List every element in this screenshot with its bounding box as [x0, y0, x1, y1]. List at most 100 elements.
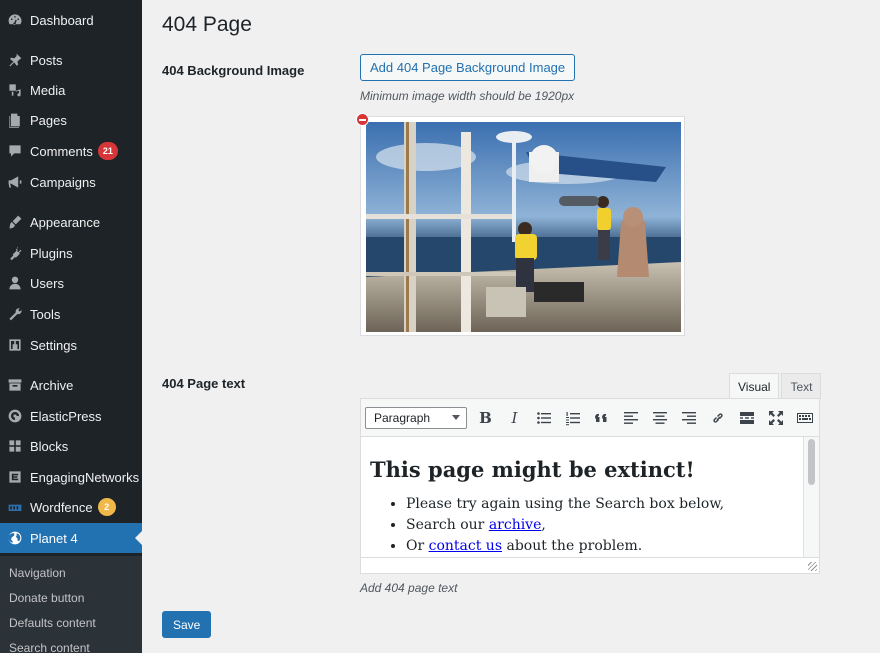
align-center-button[interactable]: [645, 404, 674, 432]
align-left-button[interactable]: [616, 404, 645, 432]
menu-media[interactable]: Media: [0, 75, 142, 105]
menu-label: Appearance: [30, 214, 101, 230]
comment-icon: [0, 136, 30, 166]
page-text-description: Add 404 page text: [360, 581, 458, 595]
elasticpress-icon: [0, 401, 30, 431]
insert-link-button[interactable]: [703, 404, 732, 432]
wysiwyg-editor: Paragraph B I This page might be extinct…: [360, 398, 820, 574]
menu-label: Settings: [30, 337, 77, 353]
menu-campaigns[interactable]: Campaigns: [0, 167, 142, 197]
wordfence-count-badge: 2: [97, 498, 116, 516]
align-right-button[interactable]: [674, 404, 703, 432]
menu-users[interactable]: Users: [0, 268, 142, 298]
editor-scrollbar[interactable]: [803, 437, 819, 557]
menu-comments[interactable]: Comments 21: [0, 136, 142, 166]
quote-icon: [594, 413, 606, 422]
planet4-submenu: Navigation Donate button Defaults conten…: [0, 556, 142, 653]
menu-blocks[interactable]: Blocks: [0, 431, 142, 461]
menu-label: Media: [30, 82, 66, 98]
menu-dashboard[interactable]: Dashboard: [0, 5, 142, 35]
editor-toolbar: Paragraph B I: [361, 399, 819, 437]
menu-label: Users: [30, 275, 64, 291]
ship-deck-photo: [366, 122, 681, 332]
main-content: 404 Page 404 Background Image Add 404 Pa…: [142, 0, 880, 653]
list-item-text: Or: [406, 538, 429, 554]
menu-pages[interactable]: Pages: [0, 105, 142, 135]
tab-visual[interactable]: Visual: [729, 373, 780, 399]
bold-button[interactable]: B: [471, 404, 500, 432]
link-icon: [712, 412, 723, 423]
menu-archive[interactable]: Archive: [0, 370, 142, 400]
menu-label: Blocks: [30, 438, 69, 454]
resize-handle-icon[interactable]: [808, 562, 817, 571]
menu-tools[interactable]: Tools: [0, 299, 142, 329]
bg-image-label: 404 Background Image: [162, 63, 305, 78]
menu-elasticpress[interactable]: ElasticPress: [0, 401, 142, 431]
submenu-navigation[interactable]: Navigation: [9, 566, 66, 580]
read-more-button[interactable]: [732, 404, 761, 432]
media-icon: [0, 75, 30, 105]
archive-link[interactable]: archive: [489, 517, 542, 533]
remove-image-icon[interactable]: [356, 113, 369, 126]
page-text-label: 404 Page text: [162, 376, 246, 391]
blockquote-button[interactable]: [587, 404, 616, 432]
current-menu-arrow: [135, 531, 142, 545]
page-title: 404 Page: [162, 13, 252, 36]
scrollbar-thumb[interactable]: [808, 439, 815, 485]
italic-button[interactable]: I: [500, 404, 529, 432]
list-item-text: Please try again using the Search box be…: [406, 496, 725, 512]
bullet-list-button[interactable]: [529, 404, 558, 432]
toolbar-toggle-button[interactable]: [790, 404, 819, 432]
numbered-list-button[interactable]: [558, 404, 587, 432]
menu-label: Comments: [30, 143, 93, 159]
bold-icon: B: [479, 408, 492, 427]
add-bg-image-button[interactable]: Add 404 Page Background Image: [360, 54, 576, 81]
comments-count-badge: 21: [97, 142, 118, 160]
submenu-search-content[interactable]: Search content: [9, 641, 90, 653]
menu-wordfence[interactable]: Wordfence 2: [0, 492, 142, 522]
plug-icon: [0, 238, 30, 268]
submenu-donate-button[interactable]: Donate button: [9, 591, 84, 605]
list-item: Or contact us about the problem.: [406, 538, 794, 555]
menu-planet4[interactable]: Planet 4: [0, 523, 142, 553]
menu-posts[interactable]: Posts: [0, 45, 142, 75]
align-right-icon: [681, 411, 696, 424]
bullet-list-icon: [536, 411, 551, 424]
min-width-note: Minimum image width should be 1920px: [360, 89, 575, 103]
settings-icon: [0, 330, 30, 360]
menu-label: EngagingNetworks: [30, 469, 140, 485]
menu-settings[interactable]: Settings: [0, 330, 142, 360]
chevron-down-icon: [452, 415, 460, 420]
menu-appearance[interactable]: Appearance: [0, 207, 142, 237]
save-button[interactable]: Save: [162, 611, 212, 638]
editor-content[interactable]: This page might be extinct! Please try a…: [361, 437, 803, 557]
tab-text[interactable]: Text: [781, 373, 822, 399]
menu-label: Archive: [30, 377, 74, 393]
menu-label: Planet 4: [30, 530, 78, 546]
wrench-icon: [0, 299, 30, 329]
fullscreen-icon: [768, 410, 783, 425]
wordfence-icon: [0, 492, 30, 522]
contact-us-link[interactable]: contact us: [429, 538, 502, 554]
bg-image-preview: [360, 116, 685, 336]
menu-label: Campaigns: [30, 174, 96, 190]
list-item: Please try again using the Search box be…: [406, 496, 794, 513]
pages-icon: [0, 105, 30, 135]
megaphone-icon: [0, 167, 30, 197]
menu-plugins[interactable]: Plugins: [0, 238, 142, 268]
list-item-text: about the problem.: [502, 538, 643, 554]
user-icon: [0, 268, 30, 298]
format-select[interactable]: Paragraph: [365, 406, 467, 429]
keyboard-icon: [796, 412, 813, 423]
admin-sidebar: Dashboard Posts Media Pages Comments 21 …: [0, 0, 142, 653]
align-left-icon: [623, 411, 638, 424]
submenu-defaults-content[interactable]: Defaults content: [9, 616, 96, 630]
menu-label: Tools: [30, 306, 61, 322]
dashboard-icon: [0, 5, 30, 35]
archive-icon: [0, 370, 30, 400]
format-select-value: Paragraph: [374, 410, 431, 425]
fullscreen-button[interactable]: [761, 404, 790, 432]
menu-engagingnetworks[interactable]: EngagingNetworks: [0, 462, 142, 492]
blocks-icon: [0, 431, 30, 461]
menu-label: ElasticPress: [30, 408, 102, 424]
